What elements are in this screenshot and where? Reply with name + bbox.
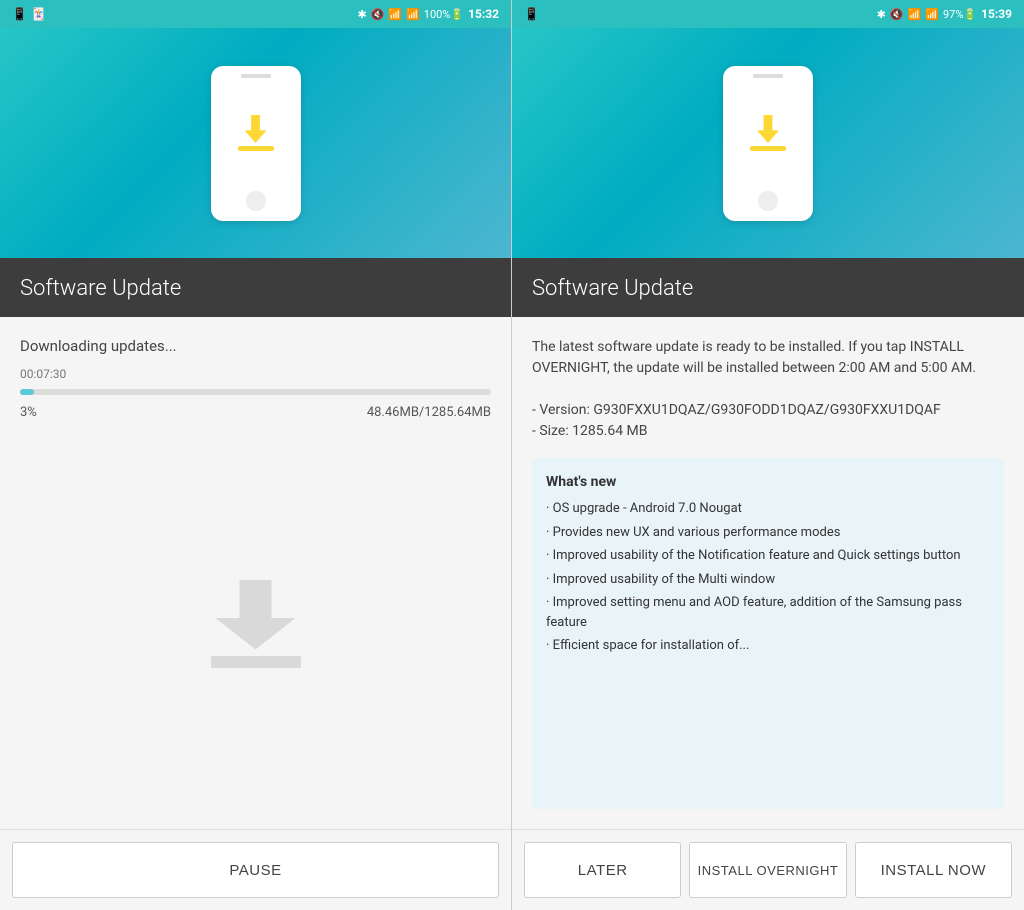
right-time: 15:39 [981,7,1012,21]
right-phone-icon: 📱 [524,7,539,21]
whats-new-item-4: · Improved setting menu and AOD feature,… [546,593,990,632]
left-status-left-icons: 📱 🃏 [12,7,46,21]
right-signal-icon: 📶 [925,8,939,21]
right-wifi-icon: 📶 [908,8,922,21]
left-panel: 📱 🃏 ✱ 🔇 📶 📶 100%🔋 15:32 Software Update [0,0,512,910]
right-volume-icon: 🔇 [890,8,904,21]
timer-text: 00:07:30 [20,367,491,381]
later-button[interactable]: LATER [524,842,681,898]
right-footer: LATER INSTALL OVERNIGHT INSTALL NOW [512,829,1024,910]
wifi-icon: 📶 [388,8,402,21]
right-download-arrow [750,115,786,151]
whats-new-item-2: · Improved usability of the Notification… [546,546,990,566]
install-now-button[interactable]: INSTALL NOW [855,842,1012,898]
left-arrow-body [245,115,267,143]
desc-version: - Version: G930FXXU1DQAZ/G930FODD1DQAZ/G… [532,402,941,418]
whats-new-item-1: · Provides new UX and various performanc… [546,523,990,543]
progress-percent: 3% [20,405,37,420]
big-arrow-head [216,580,296,650]
right-status-left-icons: 📱 [524,7,539,21]
left-download-arrow [238,115,274,151]
left-status-right-icons: ✱ 🔇 📶 📶 100%🔋 15:32 [357,7,499,21]
desc-line1: The latest software update is ready to b… [532,339,976,376]
big-download-icon [20,440,491,809]
left-phone-shape [211,66,301,221]
volume-icon: 🔇 [371,8,385,21]
right-content: The latest software update is ready to b… [512,317,1024,829]
big-arrow [216,580,296,670]
whats-new-title: What's new [546,472,990,493]
right-phone-shape [723,66,813,221]
progress-bar-fill [20,389,34,395]
right-phone-icon-wrap [723,66,813,221]
right-arrow-body [757,115,779,143]
battery-label: 100%🔋 [424,8,464,21]
whats-new-item-0: · OS upgrade - Android 7.0 Nougat [546,499,990,519]
right-status-right-icons: ✱ 🔇 📶 📶 97%🔋 15:39 [877,7,1012,21]
sim-icon: 🃏 [31,7,46,21]
left-title-section: Software Update [0,258,511,317]
big-arrow-base [211,656,301,668]
progress-bar-wrap [20,389,491,395]
desc-size: - Size: 1285.64 MB [532,423,648,439]
progress-details: 3% 48.46MB/1285.64MB [20,405,491,420]
left-arrow-line [238,146,274,151]
whats-new-box: What's new · OS upgrade - Android 7.0 No… [532,458,1004,809]
left-time: 15:32 [468,7,499,21]
right-header [512,28,1024,258]
progress-size: 48.46MB/1285.64MB [367,405,491,420]
right-panel: 📱 ✱ 🔇 📶 📶 97%🔋 15:39 Software Update [512,0,1024,910]
update-description: The latest software update is ready to b… [532,337,1004,442]
install-overnight-button[interactable]: INSTALL OVERNIGHT [689,842,846,898]
whats-new-item-3: · Improved usability of the Multi window [546,570,990,590]
left-content: Downloading updates... 00:07:30 3% 48.46… [0,317,511,829]
right-arrow-line [750,146,786,151]
left-phone-icon-wrap [211,66,301,221]
right-battery-label: 97%🔋 [943,8,977,21]
right-title-section: Software Update [512,258,1024,317]
left-status-bar: 📱 🃏 ✱ 🔇 📶 📶 100%🔋 15:32 [0,0,511,28]
whats-new-item-5: · Efficient space for installation of... [546,636,990,656]
left-title: Software Update [20,276,491,301]
phone-icon: 📱 [12,7,27,21]
pause-button[interactable]: PAUSE [12,842,499,898]
signal-icon: 📶 [406,8,420,21]
download-status: Downloading updates... [20,337,491,355]
left-header [0,28,511,258]
right-status-bar: 📱 ✱ 🔇 📶 📶 97%🔋 15:39 [512,0,1024,28]
bluetooth-icon: ✱ [357,8,366,21]
right-title: Software Update [532,276,1004,301]
left-footer: PAUSE [0,829,511,910]
right-bluetooth-icon: ✱ [877,8,886,21]
